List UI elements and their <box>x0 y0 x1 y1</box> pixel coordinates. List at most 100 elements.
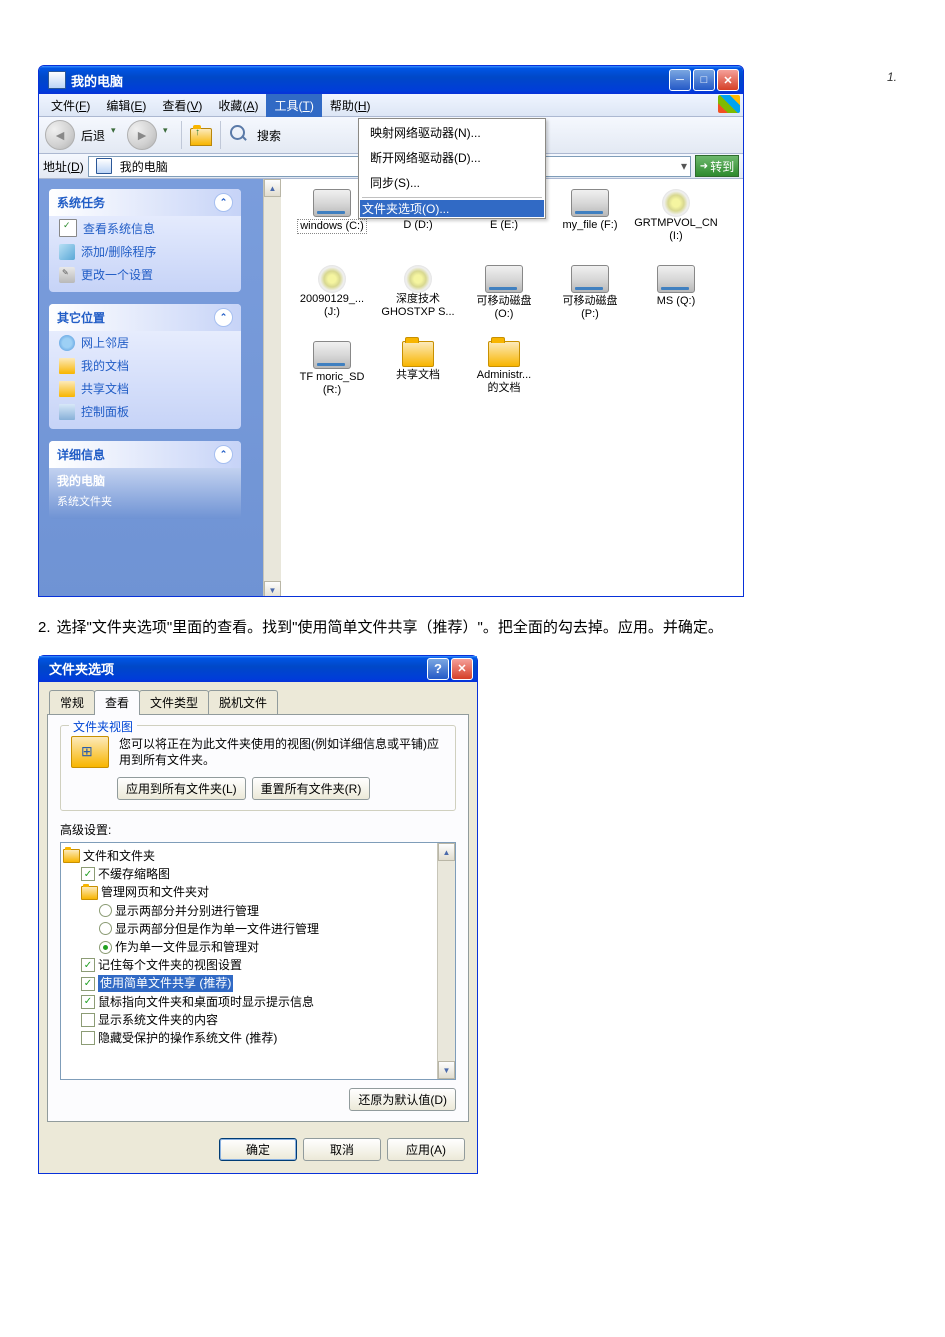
tree-node[interactable]: 显示两部分但是作为单一文件进行管理 <box>63 920 453 938</box>
tree-node[interactable]: ✓记住每个文件夹的视图设置 <box>63 956 453 974</box>
apply-all-button[interactable]: 应用到所有文件夹(L) <box>117 777 246 800</box>
search-label: 搜索 <box>257 127 281 144</box>
tree-node[interactable]: 管理网页和文件夹对 <box>63 883 453 901</box>
checkbox-icon[interactable] <box>81 1013 95 1027</box>
harddisk-icon <box>485 265 523 293</box>
tree-node[interactable]: ✓不缓存缩略图 <box>63 865 453 883</box>
close-button[interactable]: ✕ <box>717 69 739 91</box>
tree-node[interactable]: 作为单一文件显示和管理对 <box>63 938 453 956</box>
drive-item[interactable]: MS (Q:) <box>633 265 719 341</box>
network-icon <box>59 335 75 351</box>
scroll-down-icon[interactable]: ▼ <box>264 581 281 597</box>
maximize-button[interactable]: □ <box>693 69 715 91</box>
go-button[interactable]: 转到 <box>695 155 739 177</box>
tree-node-root[interactable]: 文件和文件夹 <box>63 847 453 865</box>
link-shared[interactable]: 共享文档 <box>49 377 241 400</box>
menu-favorites[interactable]: 收藏(A) <box>210 94 266 117</box>
tab-filetypes[interactable]: 文件类型 <box>139 690 209 714</box>
collapse-icon[interactable]: ⌃ <box>214 445 233 464</box>
drive-item[interactable]: 20090129_...(J:) <box>289 265 375 341</box>
tree-node[interactable]: ✓鼠标指向文件夹和桌面项时显示提示信息 <box>63 993 453 1011</box>
link-network[interactable]: 网上邻居 <box>49 331 241 354</box>
checkbox-icon[interactable]: ✓ <box>81 958 95 972</box>
drive-sublabel: (O:) <box>495 308 514 321</box>
drive-label: 20090129_... <box>300 293 364 306</box>
tab-general[interactable]: 常规 <box>49 690 95 714</box>
search-icon[interactable] <box>229 124 251 146</box>
menu-sync[interactable]: 同步(S)... <box>360 170 544 195</box>
checkbox-icon[interactable] <box>81 1031 95 1045</box>
drive-item[interactable]: 可移动磁盘(O:) <box>461 265 547 341</box>
up-folder-button[interactable] <box>190 124 212 146</box>
link-mydocs[interactable]: 我的文档 <box>49 354 241 377</box>
restore-defaults-button[interactable]: 还原为默认值(D) <box>349 1088 456 1111</box>
tab-view[interactable]: 查看 <box>94 690 140 715</box>
menu-edit[interactable]: 编辑(E) <box>98 94 154 117</box>
scrollbar[interactable]: ▲ ▼ <box>437 843 455 1079</box>
dialog-title-bar[interactable]: 文件夹选项 ? ✕ <box>39 656 477 682</box>
checkbox-icon[interactable]: ✓ <box>81 867 95 881</box>
menu-tools[interactable]: 工具(T) <box>266 94 321 117</box>
menu-disconnect-drive[interactable]: 断开网络驱动器(D)... <box>360 145 544 170</box>
checkbox-icon[interactable]: ✓ <box>81 995 95 1009</box>
apply-button[interactable]: 应用(A) <box>387 1138 465 1161</box>
drive-label: D (D:) <box>403 219 432 232</box>
radio-icon[interactable] <box>99 941 112 954</box>
folder-icon <box>486 341 522 367</box>
address-value: 我的电脑 <box>120 158 168 175</box>
checkbox-icon[interactable]: ✓ <box>81 977 95 991</box>
window-title: 我的电脑 <box>71 71 669 90</box>
minimize-button[interactable]: ─ <box>669 69 691 91</box>
forward-dropdown-icon[interactable]: ▾ <box>163 125 173 145</box>
tree-node[interactable]: 隐藏受保护的操作系统文件 (推荐) <box>63 1029 453 1047</box>
help-button[interactable]: ? <box>427 658 449 680</box>
radio-icon[interactable] <box>99 922 112 935</box>
drive-item[interactable]: my_file (F:) <box>547 189 633 265</box>
tree-node[interactable]: 显示系统文件夹的内容 <box>63 1011 453 1029</box>
radio-icon[interactable] <box>99 904 112 917</box>
scroll-up-icon[interactable]: ▲ <box>438 843 455 861</box>
folder-icon <box>81 886 98 900</box>
menu-folder-options[interactable]: 文件夹选项(O)... <box>360 200 544 217</box>
forward-button[interactable]: ► <box>127 120 157 150</box>
ok-button[interactable]: 确定 <box>219 1138 297 1161</box>
mycomputer-icon <box>96 158 112 174</box>
content-area[interactable]: windows (C:)D (D:)E (E:)my_file (F:)GRTM… <box>281 179 743 597</box>
collapse-icon[interactable]: ⌃ <box>214 193 233 212</box>
collapse-icon[interactable]: ⌃ <box>214 308 233 327</box>
close-button[interactable]: ✕ <box>451 658 473 680</box>
link-change-setting[interactable]: 更改一个设置 <box>49 263 241 286</box>
cdrom-icon <box>658 189 694 215</box>
scroll-down-icon[interactable]: ▼ <box>438 1061 455 1079</box>
title-bar[interactable]: 我的电脑 ─ □ ✕ <box>39 66 743 94</box>
drive-item[interactable]: Administr...的文档 <box>461 341 547 417</box>
drive-item[interactable]: 共享文档 <box>375 341 461 417</box>
tab-offline[interactable]: 脱机文件 <box>208 690 278 714</box>
drive-sublabel: (P:) <box>581 308 599 321</box>
dropdown-icon[interactable]: ▾ <box>681 159 690 173</box>
panel-title: 系统任务 <box>57 194 105 211</box>
menu-file[interactable]: 文件(F) <box>43 94 98 117</box>
cancel-button[interactable]: 取消 <box>303 1138 381 1161</box>
drive-label: 可移动磁盘 <box>563 295 618 308</box>
reset-all-button[interactable]: 重置所有文件夹(R) <box>252 777 371 800</box>
tree-node-simple-sharing[interactable]: ✓使用简单文件共享 (推荐) <box>63 974 453 992</box>
drive-label: 可移动磁盘 <box>477 295 532 308</box>
scroll-up-icon[interactable]: ▲ <box>264 179 281 197</box>
back-dropdown-icon[interactable]: ▾ <box>111 125 121 145</box>
link-controlpanel[interactable]: 控制面板 <box>49 400 241 423</box>
drive-item[interactable]: 可移动磁盘(P:) <box>547 265 633 341</box>
menu-help[interactable]: 帮助(H) <box>322 94 379 117</box>
advanced-tree[interactable]: ▲ ▼ 文件和文件夹 ✓不缓存缩略图 管理网页和文件夹对 显示两部分并分别进行管… <box>60 842 456 1080</box>
tree-node[interactable]: 显示两部分并分别进行管理 <box>63 902 453 920</box>
menu-map-drive[interactable]: 映射网络驱动器(N)... <box>360 120 544 145</box>
drive-item[interactable]: TF moric_SD(R:) <box>289 341 375 417</box>
link-system-info[interactable]: 查看系统信息 <box>49 216 241 240</box>
link-add-remove[interactable]: 添加/删除程序 <box>49 240 241 263</box>
back-button[interactable]: ◄ <box>45 120 75 150</box>
menu-view[interactable]: 查看(V) <box>154 94 210 117</box>
drive-item[interactable]: GRTMPVOL_CN(I:) <box>633 189 719 265</box>
scrollbar[interactable]: ▲ ▼ <box>263 179 281 597</box>
drive-item[interactable]: 深度技术GHOSTXP S... <box>375 265 461 341</box>
address-label: 地址(D) <box>43 158 84 175</box>
